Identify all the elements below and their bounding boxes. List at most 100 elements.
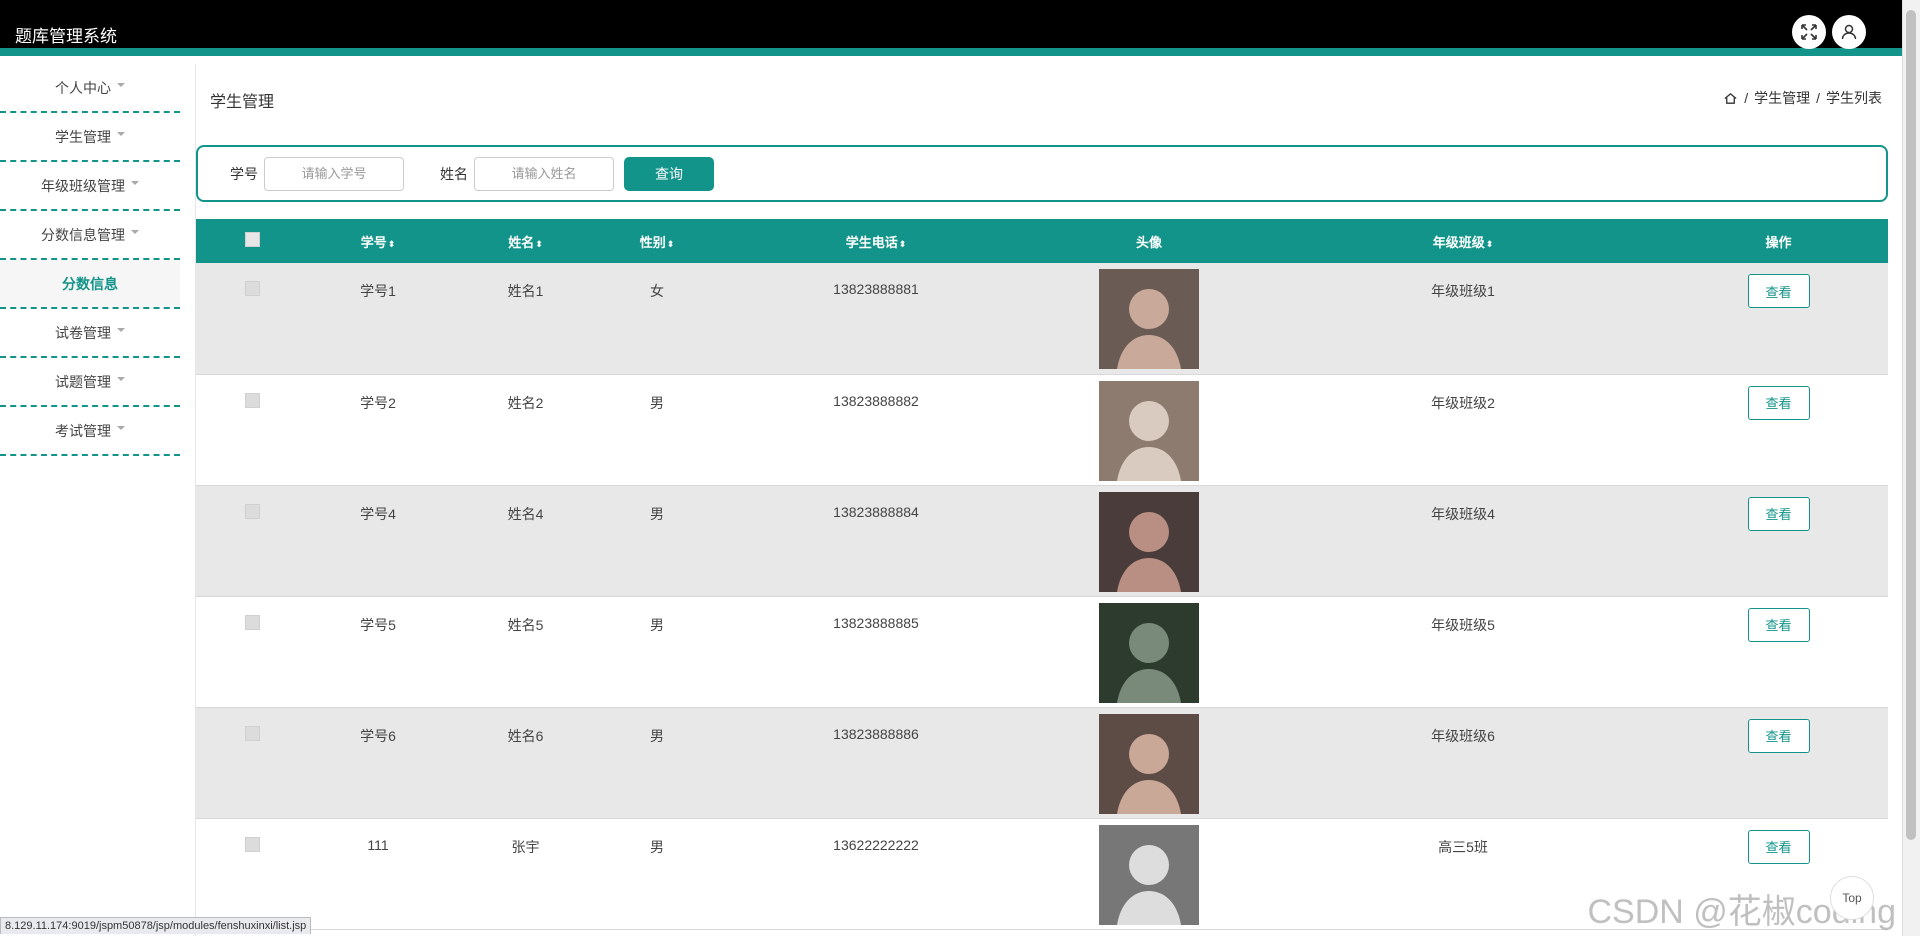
sidebar-item-4[interactable]: 分数信息 (0, 260, 180, 309)
sort-icon[interactable]: ⬍ (899, 239, 907, 249)
cell-class: 年级班级4 (1431, 505, 1495, 522)
main-content: 学生管理 / 学生管理 / 学生列表 学号 姓名 查询 学号⬍ 姓名⬍ 性别⬍ … (196, 64, 1902, 936)
row-select-cell (196, 374, 308, 485)
scrollbar[interactable] (1902, 0, 1920, 936)
cell-name: 张宇 (511, 838, 540, 855)
sidebar-item-2[interactable]: 年级班级管理 (0, 162, 180, 211)
sidebar-item-label: 试卷管理 (55, 324, 111, 341)
avatar-image (1099, 380, 1199, 481)
user-button[interactable] (1832, 15, 1866, 49)
cell-phone: 13823888881 (833, 281, 919, 297)
cell-phone: 13823888885 (833, 614, 919, 631)
cell-action: 查看 (1669, 374, 1888, 485)
cell-avatar (1041, 485, 1257, 596)
row-checkbox[interactable] (244, 614, 260, 630)
cell-gender: 男 (650, 616, 664, 633)
column-header-name[interactable]: 姓名⬍ (448, 219, 603, 263)
select-all-checkbox[interactable] (244, 232, 260, 247)
row-select-cell (196, 818, 308, 929)
fullscreen-button[interactable] (1792, 15, 1826, 49)
breadcrumb-separator: / (1816, 90, 1820, 106)
cell-avatar (1041, 596, 1257, 707)
view-button[interactable]: 查看 (1747, 718, 1810, 753)
view-button[interactable]: 查看 (1747, 829, 1810, 864)
scroll-thumb[interactable] (1906, 10, 1916, 840)
table-row: 学号6 姓名6 男 13823888886 年级班级6 查看 (196, 707, 1888, 818)
avatar-image (1099, 269, 1199, 369)
cell-avatar (1041, 818, 1257, 929)
sidebar-item-6[interactable]: 试题管理 (0, 358, 180, 407)
caret-down-icon (117, 327, 125, 332)
cell-student-no: 111 (367, 836, 389, 853)
cell-class: 年级班级1 (1431, 283, 1495, 299)
home-icon[interactable] (1723, 91, 1738, 106)
sort-icon[interactable]: ⬍ (388, 239, 396, 249)
cell-class: 年级班级6 (1431, 727, 1495, 744)
student-no-label: 学号 (230, 165, 258, 182)
row-checkbox[interactable] (244, 392, 260, 408)
sort-icon[interactable]: ⬍ (535, 239, 543, 249)
column-header-phone[interactable]: 学生电话⬍ (711, 219, 1041, 263)
cell-gender: 男 (650, 838, 664, 855)
cell-name: 姓名6 (507, 727, 544, 744)
cell-class: 年级班级5 (1431, 616, 1495, 633)
fullscreen-icon (1801, 24, 1817, 40)
cell-name: 姓名5 (507, 616, 544, 633)
sidebar-item-1[interactable]: 学生管理 (0, 113, 180, 162)
row-select-cell (196, 707, 308, 818)
sidebar-item-label: 考试管理 (55, 422, 111, 439)
breadcrumb-item-student-list: 学生列表 (1826, 90, 1882, 106)
view-button[interactable]: 查看 (1747, 496, 1810, 531)
sidebar-item-5[interactable]: 试卷管理 (0, 309, 180, 358)
cell-name: 姓名4 (507, 505, 544, 522)
sidebar-item-label: 分数信息管理 (41, 226, 125, 243)
student-no-input[interactable] (264, 156, 404, 191)
cell-gender: 男 (650, 394, 664, 411)
cell-action: 查看 (1669, 485, 1888, 596)
back-to-top-button[interactable]: Top (1830, 876, 1874, 920)
column-header-student-no[interactable]: 学号⬍ (308, 219, 448, 263)
cell-action: 查看 (1669, 263, 1888, 374)
sidebar-item-label: 个人中心 (55, 79, 111, 96)
caret-down-icon (131, 229, 139, 234)
caret-down-icon (117, 82, 125, 87)
cell-student-no: 学号6 (360, 727, 396, 744)
row-select-cell (196, 263, 308, 374)
breadcrumb-item-student-management[interactable]: 学生管理 (1754, 88, 1810, 108)
sort-icon[interactable]: ⬍ (1486, 239, 1494, 249)
row-checkbox[interactable] (244, 725, 260, 741)
sidebar-item-0[interactable]: 个人中心 (0, 64, 180, 113)
query-button[interactable]: 查询 (624, 156, 714, 191)
caret-down-icon (117, 425, 125, 430)
page-title: 学生管理 (210, 94, 275, 111)
cell-student-no: 学号2 (360, 394, 396, 411)
row-checkbox[interactable] (244, 836, 260, 852)
app-title: 题库管理系统 (15, 27, 117, 46)
column-header-gender[interactable]: 性别⬍ (603, 219, 711, 263)
cell-gender: 女 (650, 283, 664, 299)
search-bar: 学号 姓名 查询 (196, 145, 1888, 202)
row-checkbox[interactable] (244, 503, 260, 519)
view-button[interactable]: 查看 (1747, 385, 1810, 420)
cell-name: 姓名1 (507, 283, 544, 299)
cell-phone: 13823888884 (833, 503, 919, 520)
sidebar: 个人中心学生管理 年级班级管理分数信息管理分数信息试卷管理试题管理考试管理 (0, 64, 196, 936)
column-header-class[interactable]: 年级班级⬍ (1257, 219, 1669, 263)
sidebar-item-7[interactable]: 考试管理 (0, 407, 180, 456)
cell-action: 查看 (1669, 596, 1888, 707)
sidebar-item-3[interactable]: 分数信息管理 (0, 211, 180, 260)
table-row: 学号2 姓名2 男 13823888882 年级班级2 查看 (196, 374, 1888, 485)
table-header-row: 学号⬍ 姓名⬍ 性别⬍ 学生电话⬍ 头像 年级班级⬍ 操作 (196, 219, 1888, 263)
select-all-header (196, 219, 308, 263)
view-button[interactable]: 查看 (1747, 607, 1810, 642)
top-bar: 题库管理系统 (0, 0, 1902, 56)
sort-icon[interactable]: ⬍ (667, 239, 675, 249)
name-input[interactable] (474, 156, 614, 191)
cell-student-no: 学号4 (360, 505, 396, 522)
row-checkbox[interactable] (244, 281, 260, 296)
avatar-image (1099, 824, 1199, 925)
table-row: 学号1 姓名1 女 13823888881 年级班级1 查看 (196, 263, 1888, 374)
cell-class: 年级班级2 (1431, 394, 1495, 411)
column-header-action: 操作 (1765, 234, 1792, 250)
view-button[interactable]: 查看 (1747, 274, 1810, 308)
